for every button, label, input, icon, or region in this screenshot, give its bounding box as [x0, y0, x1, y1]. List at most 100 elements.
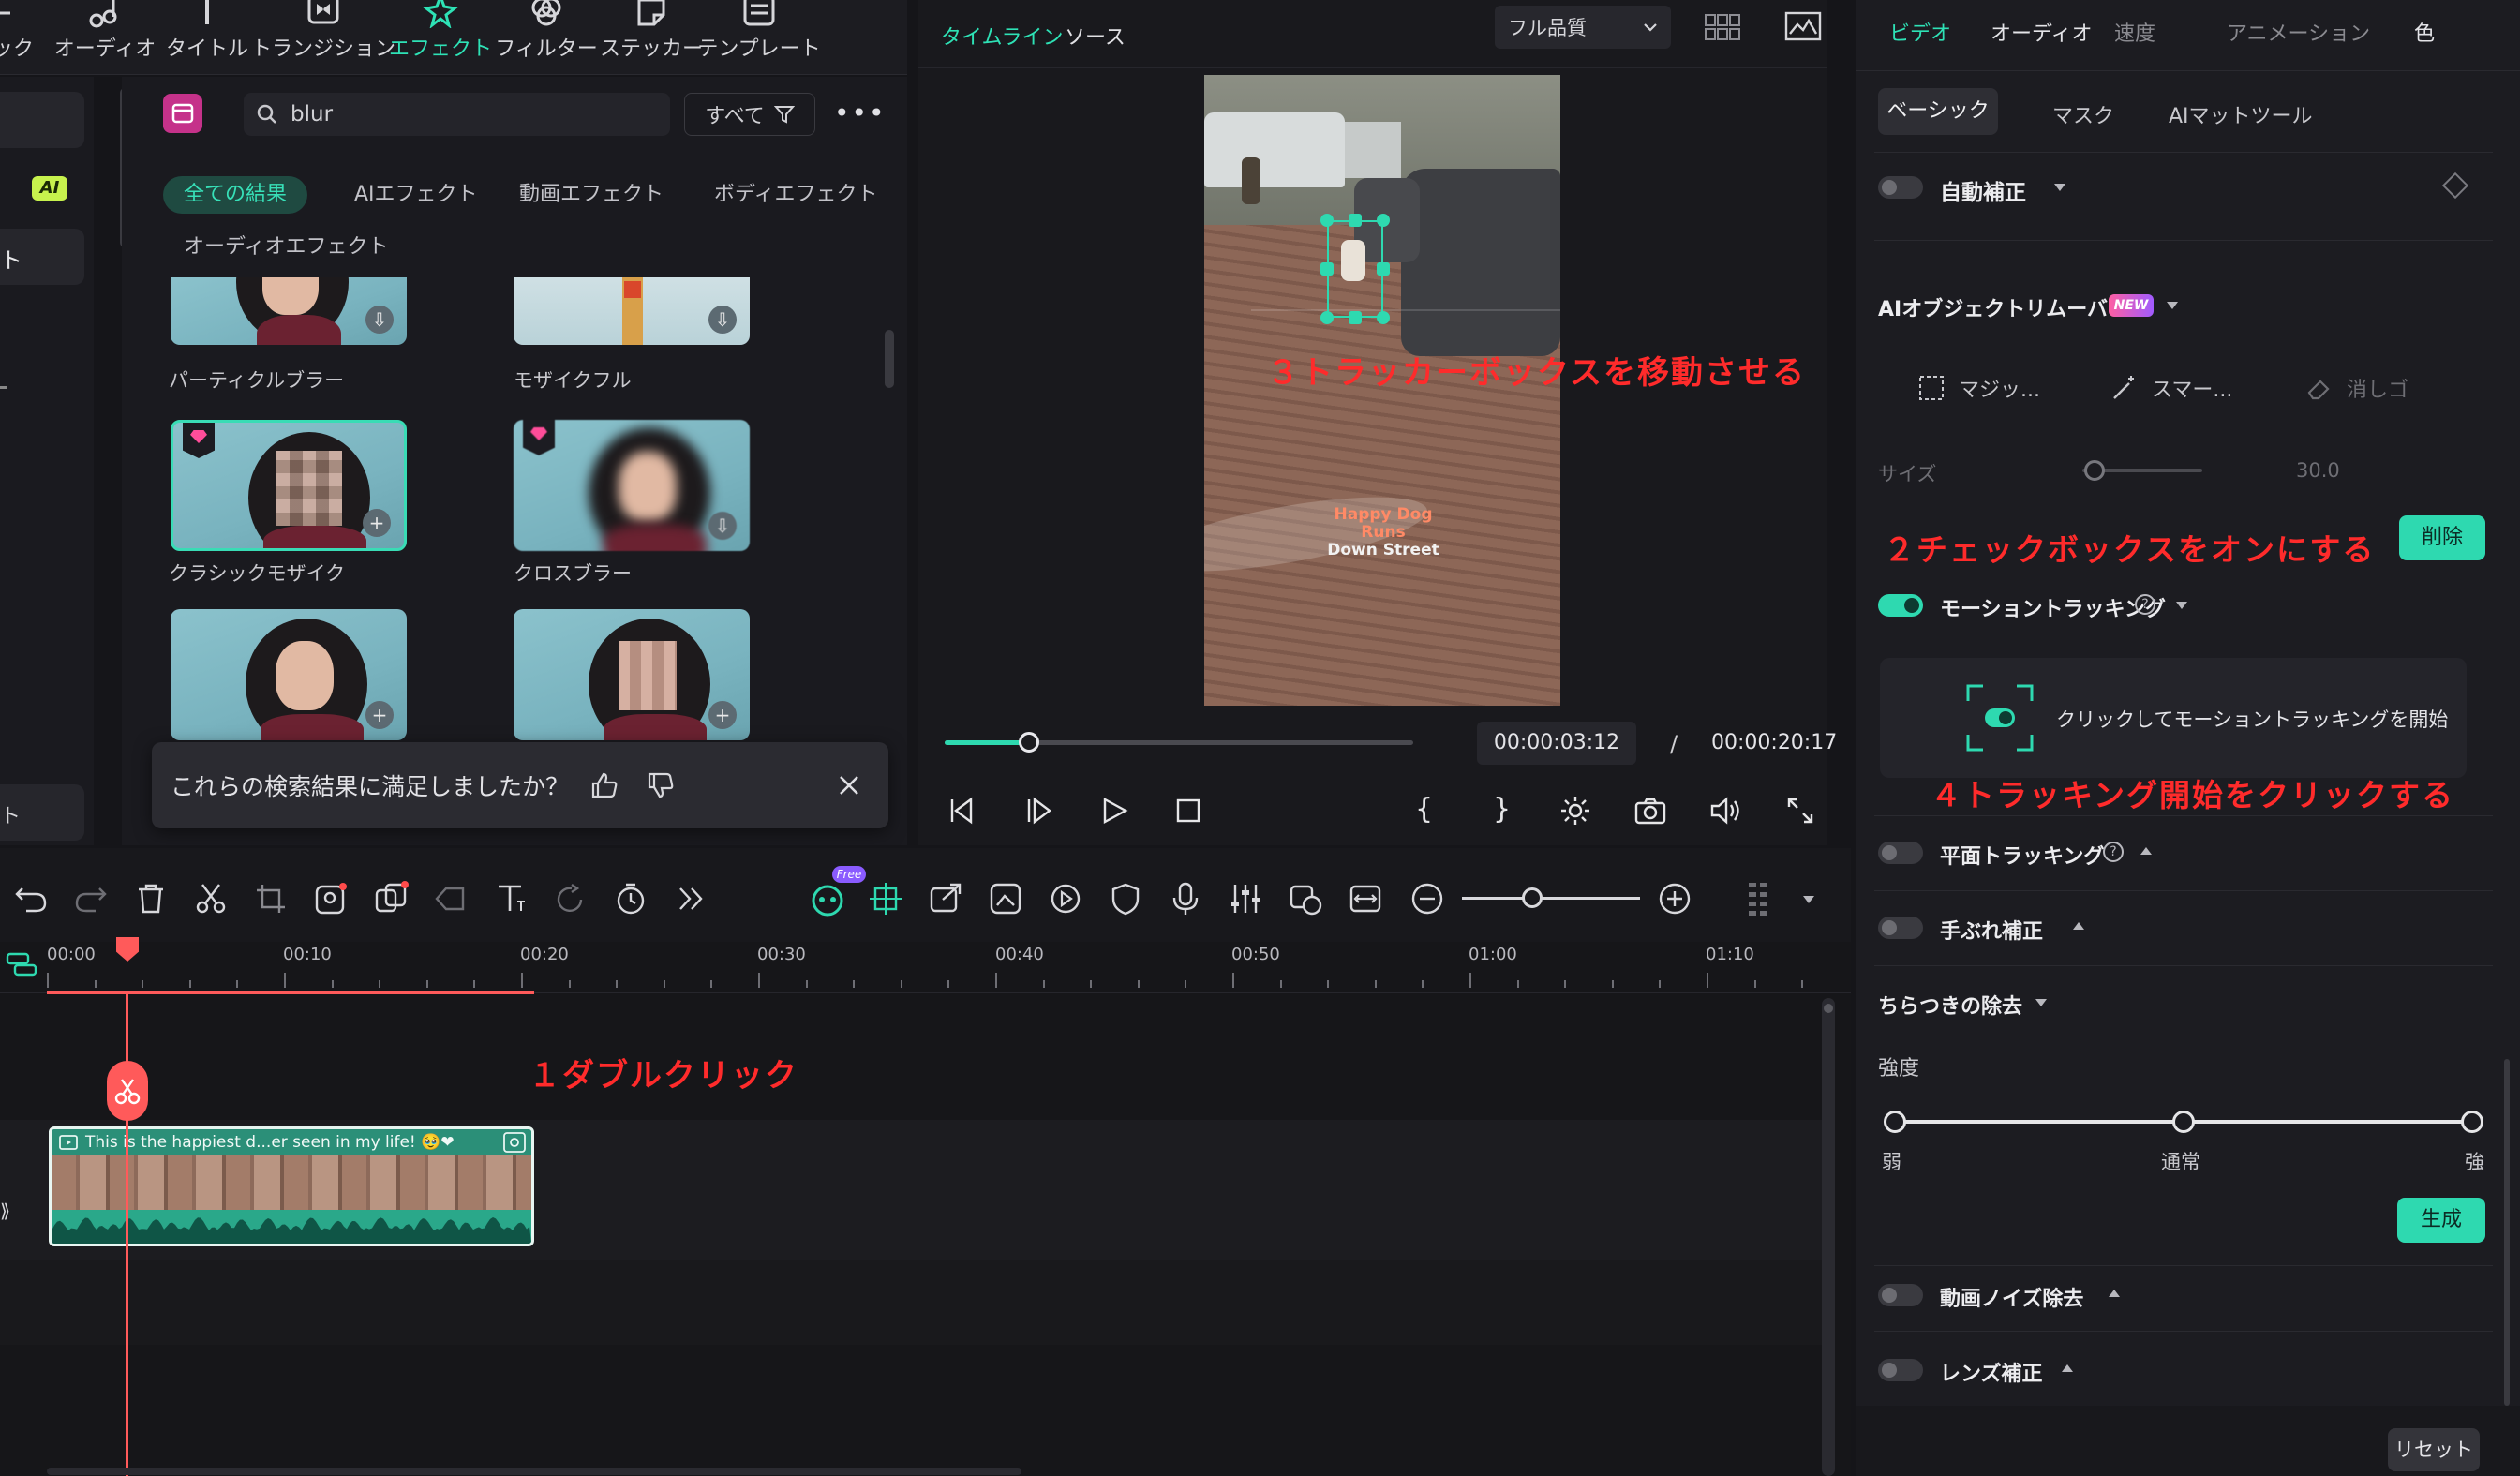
speed-icon[interactable] [1048, 881, 1083, 917]
thumbs-up-icon[interactable] [589, 770, 619, 800]
fit-timeline-icon[interactable] [1348, 881, 1383, 917]
add-icon[interactable]: + [708, 701, 737, 729]
volume-icon[interactable] [1709, 797, 1743, 825]
layout-grid-icon[interactable] [1745, 881, 1781, 917]
text-icon[interactable] [493, 881, 529, 917]
mark-out-icon[interactable]: } [1493, 793, 1511, 826]
delete-icon[interactable] [133, 881, 169, 917]
thumbs-down-icon[interactable] [646, 770, 676, 800]
toolbar-item-title[interactable]: タイトル [166, 0, 248, 75]
tab-video-effects[interactable]: 動画エフェクト [499, 176, 684, 214]
zoom-out-icon[interactable] [1409, 881, 1445, 917]
strength-slider-handle[interactable] [2172, 1111, 2195, 1133]
caret-up-icon[interactable] [2062, 1364, 2073, 1372]
tab-speed[interactable]: 速度 [2114, 17, 2155, 47]
tab-audio[interactable]: オーディオ [1991, 17, 2092, 47]
caret-down-icon[interactable] [2035, 999, 2047, 1006]
ai-copilot-icon[interactable] [808, 881, 843, 917]
tool-smart[interactable]: スマー... [2110, 373, 2232, 403]
start-tracking-button[interactable]: クリックしてモーショントラッキングを開始 [1880, 658, 2467, 778]
preview-scrubber[interactable] [945, 732, 1413, 753]
effect-thumb-classic-mosaic[interactable]: + [171, 420, 407, 551]
toolbar-item-transition[interactable]: トランジション [251, 0, 395, 75]
effect-thumb[interactable]: + [514, 609, 750, 740]
stop-icon[interactable] [1175, 798, 1201, 824]
tracker-handle[interactable] [1377, 311, 1390, 324]
quality-dropdown[interactable]: フル品質 [1495, 6, 1671, 49]
auto-correct-toggle[interactable] [1878, 176, 1923, 199]
toolbar-item-effects[interactable]: エフェクト [389, 0, 492, 75]
close-icon[interactable] [838, 774, 860, 797]
tracker-handle[interactable] [1349, 214, 1362, 227]
subtab-ai-matte[interactable]: AIマットツール [2169, 99, 2313, 129]
effect-thumb-cross-blur[interactable]: ⇩ [514, 420, 750, 551]
generate-button[interactable]: 生成 [2397, 1198, 2485, 1243]
nav-item-selected[interactable]: ト [0, 229, 84, 285]
subtab-basic[interactable]: ベーシック [1878, 88, 1998, 135]
tab-video[interactable]: ビデオ [1889, 17, 1951, 47]
tab-body-effects[interactable]: ボディエフェクト [693, 176, 898, 214]
current-time[interactable]: 00:00:03:12 [1477, 722, 1636, 765]
lens-correction-toggle[interactable] [1878, 1359, 1923, 1381]
zoom-in-icon[interactable] [1657, 881, 1692, 917]
tab-audio-effects[interactable]: オーディオエフェクト [163, 229, 409, 266]
image-edit-icon[interactable] [988, 881, 1023, 917]
download-icon[interactable]: ⇩ [365, 306, 394, 334]
download-icon[interactable]: ⇩ [708, 512, 737, 540]
caret-up-icon[interactable] [2073, 922, 2084, 930]
timer-icon[interactable] [613, 881, 649, 917]
properties-scrollbar[interactable] [2504, 1059, 2510, 1406]
tracker-handle[interactable] [1320, 311, 1334, 324]
zoom-slider-handle[interactable] [1522, 887, 1543, 908]
tracker-handle[interactable] [1320, 214, 1334, 227]
tab-timeline[interactable]: タイムライン [941, 21, 1063, 51]
fullscreen-icon[interactable] [1786, 797, 1814, 825]
tool-magic[interactable]: マジッ... [1917, 373, 2040, 403]
store-icon[interactable] [163, 94, 202, 133]
tracker-handle[interactable] [1320, 262, 1334, 276]
toolbar-item-partial[interactable]: ック [0, 0, 34, 75]
nav-item-bottom[interactable]: ト [0, 784, 84, 841]
settings-icon[interactable] [1559, 795, 1591, 827]
audio-mixer-icon[interactable] [1228, 881, 1263, 917]
export-clip-icon[interactable] [928, 881, 963, 917]
help-icon[interactable]: ? [2103, 842, 2124, 862]
strength-stop-low[interactable] [1884, 1111, 1906, 1133]
keyframe-tag-icon[interactable] [433, 881, 469, 917]
timeline-h-scrollbar[interactable] [47, 1468, 1021, 1475]
timeline-v-scrollbar[interactable] [1822, 998, 1835, 1476]
toolbar-item-template[interactable]: テンプレート [697, 0, 821, 75]
subtab-mask[interactable]: マスク [2052, 99, 2114, 129]
effect-thumb[interactable]: + [171, 609, 407, 740]
more-tools-icon[interactable] [673, 881, 708, 917]
undo-icon[interactable] [13, 881, 49, 917]
video-clip[interactable]: This is the happiest d...er seen in my l… [49, 1126, 534, 1246]
tab-animation[interactable]: アニメーション [2227, 17, 2370, 47]
motion-tracking-toggle[interactable] [1878, 594, 1923, 617]
step-forward-icon[interactable] [1023, 797, 1053, 825]
split-button[interactable] [107, 1061, 148, 1121]
tab-ai-effects[interactable]: AIエフェクト [334, 176, 499, 214]
step-back-icon[interactable] [947, 797, 977, 825]
track-manager-icon[interactable] [6, 950, 37, 978]
effect-thumb-mosaic-full[interactable]: ⇩ [514, 277, 750, 345]
toolbar-item-sticker[interactable]: ステッカー [600, 0, 703, 75]
track-lock-icon[interactable]: ⟫ [0, 1200, 10, 1222]
tracker-handle[interactable] [1377, 214, 1390, 227]
add-icon[interactable]: + [363, 509, 391, 537]
caret-down-icon[interactable] [2176, 602, 2187, 609]
rotate-icon[interactable] [553, 881, 589, 917]
shield-icon[interactable] [1108, 881, 1143, 917]
video-denoise-toggle[interactable] [1878, 1284, 1923, 1306]
snapshot-icon[interactable] [1634, 797, 1666, 825]
tab-all-results[interactable]: 全ての結果 [163, 176, 308, 214]
tracker-handle[interactable] [1377, 262, 1390, 276]
play-icon[interactable] [1100, 797, 1128, 825]
toolbar-item-filter[interactable]: フィルター [495, 0, 598, 75]
caret-down-icon[interactable] [2054, 184, 2065, 191]
zoom-slider[interactable] [1462, 897, 1640, 900]
ai-portrait-icon[interactable] [313, 881, 349, 917]
more-icon[interactable]: ••• [834, 97, 887, 128]
caret-down-icon[interactable] [1803, 896, 1814, 903]
tool-erase[interactable]: 消しゴ [2305, 373, 2408, 403]
